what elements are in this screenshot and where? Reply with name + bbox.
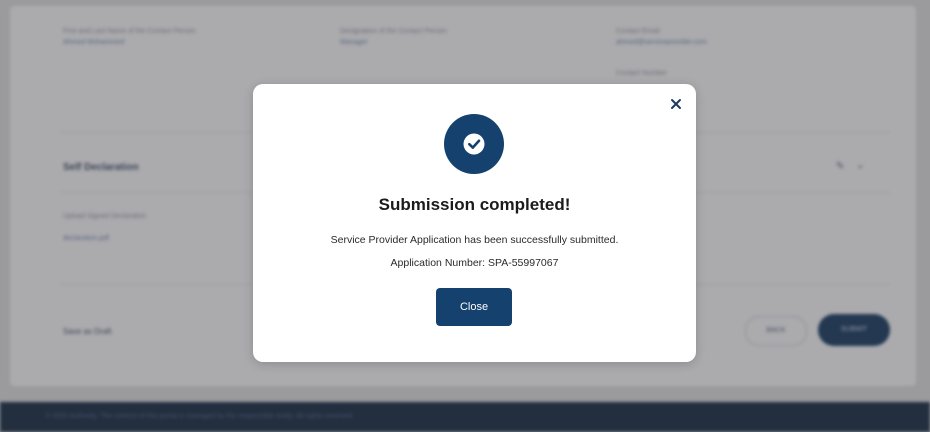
success-check-icon bbox=[444, 114, 504, 174]
close-icon[interactable] bbox=[668, 96, 684, 112]
dialog-message: Service Provider Application has been su… bbox=[330, 234, 619, 246]
application-number: Application Number: SPA-55997067 bbox=[390, 257, 559, 269]
close-button[interactable]: Close bbox=[436, 288, 512, 326]
submission-success-dialog: Submission completed! Service Provider A… bbox=[253, 84, 696, 362]
dialog-title: Submission completed! bbox=[378, 195, 571, 214]
